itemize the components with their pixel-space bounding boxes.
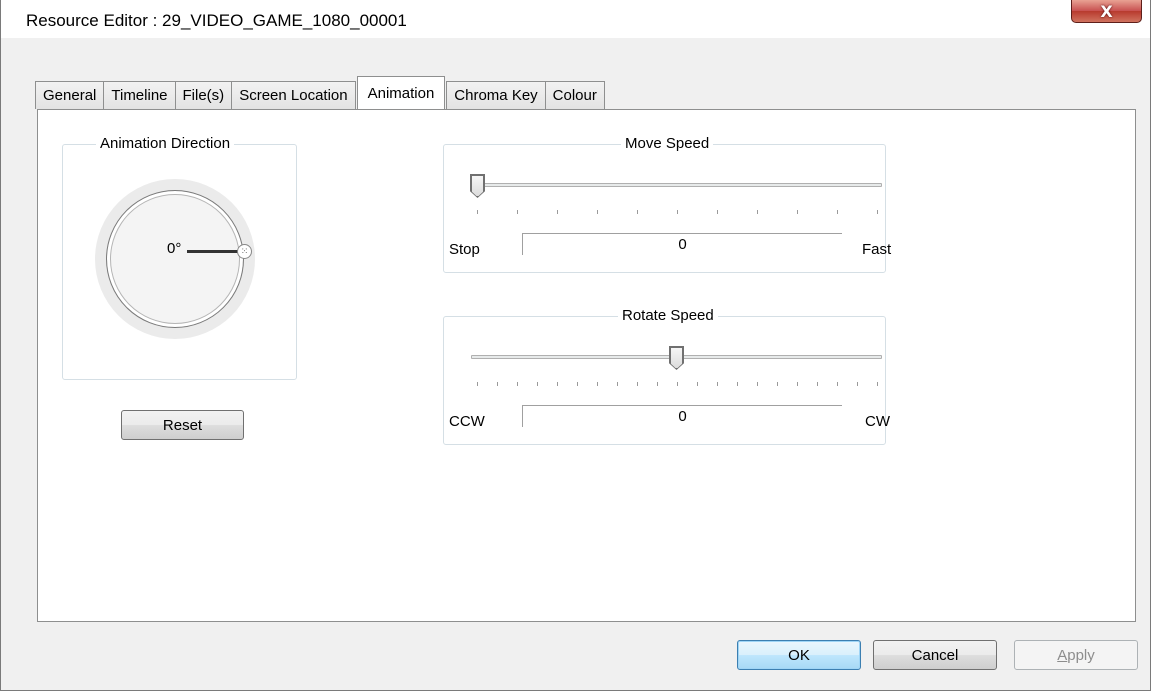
animation-direction-label: Animation Direction [96,135,235,152]
move-speed-value: 0 [522,233,842,255]
tab-strip: General Timeline File(s) Screen Location… [35,76,605,109]
tab-timeline[interactable]: Timeline [103,81,176,109]
rotate-speed-min-label: CCW [449,413,485,430]
rotate-speed-value: 0 [522,405,842,427]
animation-tab-panel: Animation Direction 0° ⁙ Reset Move Spee… [37,109,1136,622]
close-icon: X [1100,1,1113,21]
slider-tick [477,382,478,386]
move-speed-track [471,183,882,187]
slider-tick [737,382,738,386]
slider-tick [697,382,698,386]
direction-dial-face [106,190,244,328]
rotate-speed-group: Rotate Speed CCW 0 CW [443,307,890,445]
slider-tick [817,382,818,386]
rotate-speed-max-label: CW [865,413,890,430]
window-title: Resource Editor : 29_VIDEO_GAME_1080_000… [26,11,407,30]
move-speed-min-label: Stop [449,241,480,258]
tab-chroma-key[interactable]: Chroma Key [446,81,546,109]
rotate-speed-label: Rotate Speed [618,307,718,324]
apply-label: pply [1067,646,1095,664]
slider-tick [477,210,478,214]
slider-tick [837,210,838,214]
slider-tick [797,382,798,386]
tab-files[interactable]: File(s) [174,81,233,109]
direction-angle-text: 0° [167,240,182,257]
tab-animation[interactable]: Animation [356,76,446,109]
slider-tick [717,210,718,214]
animation-direction-group: Animation Direction 0° ⁙ [62,135,297,380]
close-button[interactable]: X [1071,0,1142,23]
tab-general[interactable]: General [35,81,105,109]
slider-tick [517,210,518,214]
slider-tick [717,382,718,386]
slider-tick [877,382,878,386]
move-speed-group: Move Speed Stop 0 Fast [443,135,891,273]
slider-tick [837,382,838,386]
direction-dial[interactable] [95,179,255,339]
slider-tick [637,210,638,214]
slider-tick [757,382,758,386]
handle-dots-icon: ⁙ [240,246,249,256]
slider-tick [517,382,518,386]
slider-tick [597,210,598,214]
slider-tick [677,210,678,214]
slider-tick [657,382,658,386]
cancel-button[interactable]: Cancel [873,640,997,670]
slider-tick [797,210,798,214]
slider-tick [497,382,498,386]
slider-tick [877,210,878,214]
reset-button[interactable]: Reset [121,410,244,440]
move-speed-max-label: Fast [862,241,892,258]
slider-tick [757,210,758,214]
slider-tick [557,210,558,214]
ok-button[interactable]: OK [737,640,861,670]
slider-tick [597,382,598,386]
move-speed-label: Move Speed [621,135,714,152]
direction-handle-icon[interactable]: ⁙ [237,244,252,259]
slider-tick [557,382,558,386]
apply-button[interactable]: Apply [1014,640,1138,670]
slider-tick [537,382,538,386]
slider-tick [857,382,858,386]
slider-tick [617,382,618,386]
slider-tick [677,382,678,386]
tab-colour[interactable]: Colour [544,81,605,109]
direction-needle [187,250,238,253]
slider-tick [577,382,578,386]
resource-editor-window: Resource Editor : 29_VIDEO_GAME_1080_000… [0,0,1151,691]
tab-screen-location[interactable]: Screen Location [231,81,356,109]
title-bar[interactable]: Resource Editor : 29_VIDEO_GAME_1080_000… [1,0,1150,38]
slider-tick [637,382,638,386]
apply-mnemonic: A [1057,646,1068,664]
slider-tick [777,382,778,386]
